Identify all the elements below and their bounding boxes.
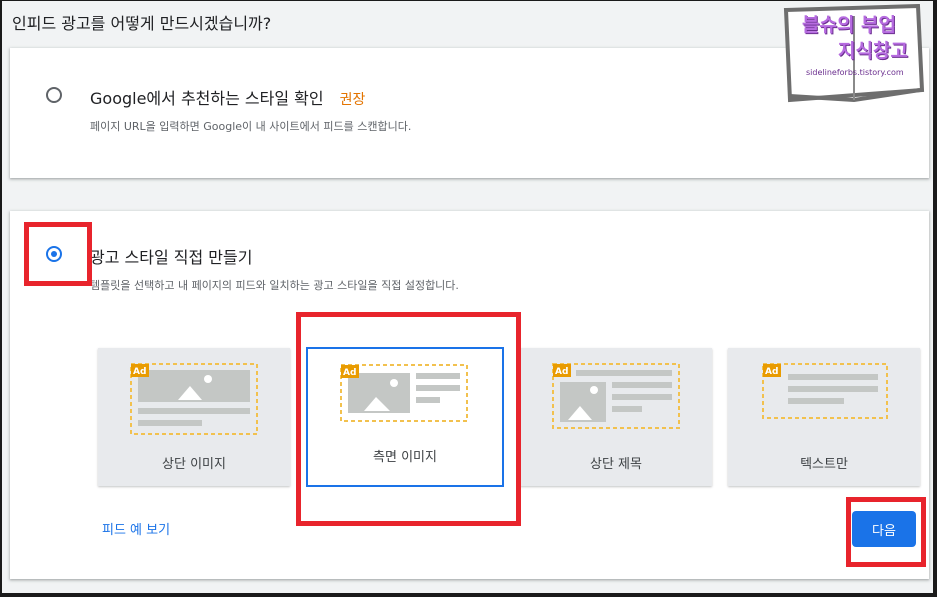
feed-preview-link[interactable]: 피드 예 보기 xyxy=(102,519,170,538)
radio-unchecked-icon xyxy=(46,87,62,103)
app-frame: 인피드 광고를 어떻게 만드시겠습니까? Google에서 추천하는 스타일 확… xyxy=(0,0,937,597)
template-top-image[interactable]: Ad 상단 이미지 xyxy=(98,348,290,486)
side-image-illustration: Ad xyxy=(340,364,468,422)
radio-checked-icon xyxy=(46,246,62,262)
top-title-illustration: Ad xyxy=(552,363,680,429)
option-custom-description: 템플릿을 선택하고 내 페이지의 피드와 일치하는 광고 스타일을 직접 설정합… xyxy=(90,279,459,292)
option-google-title-text: Google에서 추천하는 스타일 확인 xyxy=(90,89,324,108)
watermark-line1: 블슈의 부업 xyxy=(802,14,897,36)
tile4-ad-badge: Ad xyxy=(765,367,778,377)
watermark-line2: 지식창고 xyxy=(838,40,908,62)
template-text-only-label: 텍스트만 xyxy=(800,457,848,472)
template-top-image-label: 상단 이미지 xyxy=(162,457,226,472)
tile1-ad-badge: Ad xyxy=(133,367,146,377)
option-custom-title: 광고 스타일 직접 만들기 xyxy=(90,248,253,267)
recommended-badge: 권장 xyxy=(339,92,366,108)
next-button[interactable]: 다음 xyxy=(852,511,916,547)
watermark-logo: 블슈의 부업 지식창고 sidelineforbs.tistory.com xyxy=(780,4,930,106)
tile2-ad-badge: Ad xyxy=(343,368,356,378)
option-google-title: Google에서 추천하는 스타일 확인 권장 xyxy=(90,85,365,109)
option-custom-radio[interactable] xyxy=(44,244,64,264)
top-image-illustration: Ad xyxy=(130,363,258,435)
template-top-title-label: 상단 제목 xyxy=(590,457,642,472)
watermark-url: sidelineforbs.tistory.com xyxy=(806,68,904,77)
tile3-ad-badge: Ad xyxy=(555,367,568,377)
page-title: 인피드 광고를 어떻게 만드시겠습니까? xyxy=(12,14,272,33)
option-google-description: 페이지 URL을 입력하면 Google이 내 사이트에서 피드를 스캔합니다. xyxy=(90,120,412,133)
option-custom-card[interactable]: 광고 스타일 직접 만들기 템플릿을 선택하고 내 페이지의 피드와 일치하는 … xyxy=(10,211,929,579)
template-text-only[interactable]: Ad 텍스트만 xyxy=(728,348,920,486)
template-side-image-label: 측면 이미지 xyxy=(373,450,437,465)
template-top-title[interactable]: Ad 상단 제목 xyxy=(520,348,712,486)
template-side-image[interactable]: Ad 측면 이미지 xyxy=(306,347,504,487)
option-google-radio[interactable] xyxy=(44,85,64,105)
text-only-illustration: Ad xyxy=(762,363,888,419)
